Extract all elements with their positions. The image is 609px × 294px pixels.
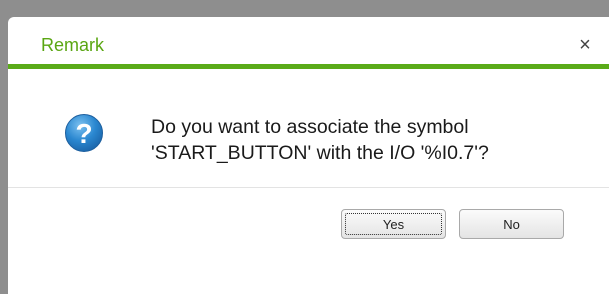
dialog-message: Do you want to associate the symbol 'STA… bbox=[151, 114, 489, 166]
question-icon: ? bbox=[65, 114, 103, 152]
no-button-label: No bbox=[503, 217, 520, 232]
message-line-1: Do you want to associate the symbol bbox=[151, 116, 469, 138]
dialog-titlebar: Remark × bbox=[8, 17, 609, 64]
no-button[interactable]: No bbox=[459, 209, 564, 239]
yes-button-label: Yes bbox=[382, 217, 405, 232]
svg-text:?: ? bbox=[75, 118, 92, 149]
message-line-2: 'START_BUTTON' with the I/O '%I0.7'? bbox=[151, 142, 489, 164]
button-divider bbox=[8, 187, 609, 188]
yes-button[interactable]: Yes bbox=[341, 209, 446, 239]
title-accent-bar bbox=[8, 64, 609, 69]
dialog-title: Remark bbox=[41, 35, 105, 55]
remark-dialog: Remark × ? Do you want to associate the … bbox=[8, 17, 609, 294]
close-button[interactable]: × bbox=[572, 32, 598, 58]
